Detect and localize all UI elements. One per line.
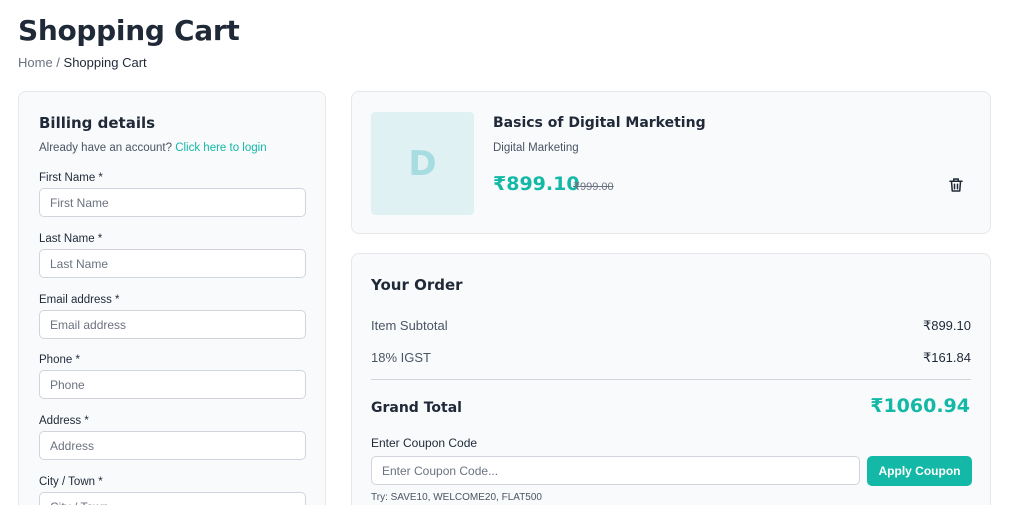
phone-field-group: Phone * xyxy=(39,354,306,399)
tax-row: 18% IGST ₹161.84 xyxy=(371,350,971,365)
page-title: Shopping Cart xyxy=(18,14,240,47)
billing-heading: Billing details xyxy=(39,114,156,132)
product-thumbnail-letter: D xyxy=(408,143,437,184)
breadcrumb-current: Shopping Cart xyxy=(63,55,147,70)
product-name: Basics of Digital Marketing xyxy=(493,115,706,131)
tax-value: ₹161.84 xyxy=(922,350,971,365)
first-name-input[interactable] xyxy=(39,188,306,217)
phone-label: Phone * xyxy=(39,354,80,366)
city-field-group: City / Town * xyxy=(39,476,306,505)
email-field-group: Email address * xyxy=(39,294,306,339)
address-field-group: Address * xyxy=(39,415,306,460)
tax-label: 18% IGST xyxy=(371,350,431,365)
coupon-input[interactable] xyxy=(371,456,860,485)
grand-total-label: Grand Total xyxy=(371,400,462,416)
coupon-label: Enter Coupon Code xyxy=(371,436,478,450)
product-price: ₹899.10 xyxy=(493,173,580,195)
breadcrumb-home-link[interactable]: Home xyxy=(18,55,53,70)
coupon-hint: Try: SAVE10, WELCOME20, FLAT500 xyxy=(371,492,542,503)
subtotal-row: Item Subtotal ₹899.10 xyxy=(371,318,971,333)
last-name-field-group: Last Name * xyxy=(39,233,306,278)
summary-divider xyxy=(371,379,971,380)
phone-input[interactable] xyxy=(39,370,306,399)
first-name-label: First Name * xyxy=(39,172,103,184)
product-original-price: ₹999.00 xyxy=(573,181,614,193)
subtotal-label: Item Subtotal xyxy=(371,318,448,333)
shopping-cart-page: Shopping Cart Home / Shopping Cart Billi… xyxy=(0,0,1036,505)
last-name-input[interactable] xyxy=(39,249,306,278)
first-name-field-group: First Name * xyxy=(39,172,306,217)
address-label: Address * xyxy=(39,415,89,427)
email-input[interactable] xyxy=(39,310,306,339)
email-label: Email address * xyxy=(39,294,120,306)
product-thumbnail: D xyxy=(371,112,474,215)
breadcrumb-separator: / xyxy=(52,55,64,70)
billing-details-card: Billing details Already have an account?… xyxy=(18,91,326,505)
order-summary-card: Your Order Item Subtotal ₹899.10 18% IGS… xyxy=(351,253,991,505)
login-link[interactable]: Click here to login xyxy=(175,142,266,154)
trash-icon[interactable] xyxy=(947,176,965,194)
last-name-label: Last Name * xyxy=(39,233,103,245)
login-prompt: Already have an account? Click here to l… xyxy=(39,142,267,154)
login-prompt-text: Already have an account? xyxy=(39,142,176,154)
order-heading: Your Order xyxy=(371,276,463,294)
breadcrumb: Home / Shopping Cart xyxy=(18,55,147,70)
cart-item-card: D Basics of Digital Marketing Digital Ma… xyxy=(351,91,991,234)
product-category: Digital Marketing xyxy=(493,142,579,154)
apply-coupon-button[interactable]: Apply Coupon xyxy=(867,456,972,486)
grand-total-value: ₹1060.94 xyxy=(870,395,970,417)
subtotal-value: ₹899.10 xyxy=(922,318,971,333)
address-input[interactable] xyxy=(39,431,306,460)
city-input[interactable] xyxy=(39,492,306,505)
city-label: City / Town * xyxy=(39,476,103,488)
